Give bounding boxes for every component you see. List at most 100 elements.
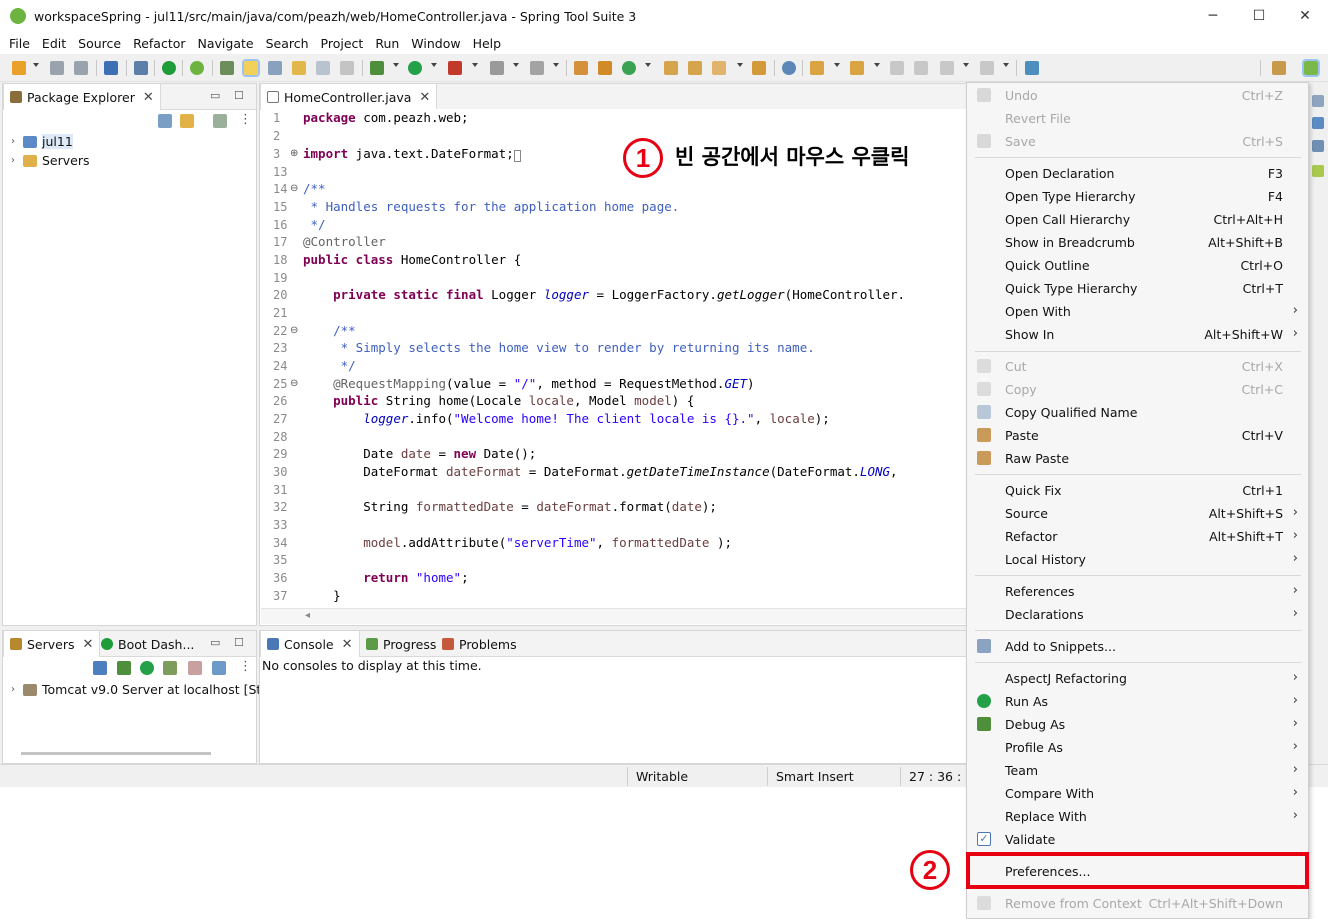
skip-breakpoints-icon[interactable] — [134, 61, 148, 75]
profile-server-icon[interactable] — [163, 661, 177, 675]
menu-file[interactable]: File — [0, 36, 36, 51]
maximize-view-icon[interactable]: ☐ — [234, 89, 244, 102]
menu-item-open-with[interactable]: Open With › — [967, 300, 1308, 322]
code-line[interactable]: public class HomeController { — [303, 252, 521, 267]
menu-item-paste[interactable]: Paste Ctrl+V — [967, 424, 1308, 446]
menu-item-declarations[interactable]: Declarations › — [967, 603, 1308, 625]
menu-item-refactor[interactable]: Refactor Alt+Shift+T › — [967, 525, 1308, 547]
code-line[interactable]: @RequestMapping(value = "/", method = Re… — [303, 376, 754, 391]
close-icon[interactable]: ✕ — [143, 90, 154, 105]
code-line[interactable]: import java.text.DateFormat; — [303, 146, 522, 162]
code-line[interactable]: package com.peazh.web; — [303, 110, 469, 125]
menu-source[interactable]: Source — [72, 36, 127, 51]
open-folder-icon[interactable] — [752, 61, 766, 75]
back-dropdown-icon[interactable] — [963, 63, 969, 67]
open-perspective-icon[interactable] — [1272, 61, 1286, 75]
menu-project[interactable]: Project — [315, 36, 370, 51]
code-line[interactable]: /** — [303, 323, 356, 338]
run-dropdown-icon[interactable] — [431, 63, 437, 67]
next-annotation-icon[interactable] — [810, 61, 824, 75]
menu-item-cut[interactable]: Cut Ctrl+X — [967, 355, 1308, 377]
back-history-icon[interactable] — [914, 61, 928, 75]
menu-item-source[interactable]: Source Alt+Shift+S › — [967, 502, 1308, 524]
chevron-right-icon[interactable]: › — [11, 684, 19, 695]
open-type-folder-icon[interactable] — [664, 61, 678, 75]
stop-dropdown-icon[interactable] — [513, 63, 519, 67]
menu-item-raw-paste[interactable]: Raw Paste — [967, 447, 1308, 469]
focus-task-icon[interactable] — [213, 114, 227, 128]
code-line[interactable]: */ — [303, 358, 356, 373]
code-editor[interactable]: 1 package com.peazh.web; 2 3 ⊕ import ja… — [261, 109, 966, 608]
save-all-icon[interactable] — [74, 61, 88, 75]
menu-item-team[interactable]: Team › — [967, 759, 1308, 781]
code-line[interactable]: Date date = new Date(); — [303, 446, 536, 461]
disconnect-icon[interactable] — [530, 61, 544, 75]
scroll-left-icon[interactable]: ◂ — [305, 610, 310, 621]
tab-problems[interactable]: Problems — [436, 631, 523, 657]
menu-item-replace-with[interactable]: Replace With › — [967, 805, 1308, 827]
server-row-tomcat[interactable]: › Tomcat v9.0 Server at localhost [Stop — [11, 682, 277, 697]
menu-item-undo[interactable]: Undo Ctrl+Z — [967, 84, 1308, 106]
menu-item-compare-with[interactable]: Compare With › — [967, 782, 1308, 804]
new-java-project-icon[interactable] — [574, 61, 588, 75]
search-toolbar-icon[interactable] — [712, 61, 726, 75]
menu-help[interactable]: Help — [467, 36, 508, 51]
minimize-view-icon[interactable]: ▭ — [210, 89, 220, 102]
fold-collapse-icon[interactable]: ⊖ — [290, 325, 298, 336]
code-line[interactable]: logger.info("Welcome home! The client lo… — [303, 411, 830, 426]
tree-item-jul11[interactable]: › jul11 — [11, 134, 73, 149]
pin-editor-icon[interactable] — [1025, 61, 1039, 75]
debug-toolbar-icon[interactable] — [370, 61, 384, 75]
toggle-ant-icon[interactable] — [268, 61, 282, 75]
menu-item-debug-as[interactable]: Debug As › — [967, 713, 1308, 735]
start-server-icon[interactable] — [140, 661, 154, 675]
menu-item-validate[interactable]: ✓ Validate — [967, 828, 1308, 850]
task-icon[interactable] — [292, 61, 306, 75]
menu-navigate[interactable]: Navigate — [192, 36, 260, 51]
run-toolbar-icon[interactable] — [408, 61, 422, 75]
fold-collapse-icon[interactable]: ⊖ — [290, 183, 298, 194]
debug-server-icon[interactable] — [117, 661, 131, 675]
tab-servers[interactable]: Servers ✕ — [3, 631, 101, 657]
spring-explorer-icon[interactable] — [1312, 140, 1324, 152]
code-line[interactable]: */ — [303, 217, 326, 232]
tab-progress[interactable]: Progress — [360, 631, 442, 657]
tab-package-explorer[interactable]: Package Explorer ✕ — [3, 84, 161, 110]
external-tools-dropdown-icon[interactable] — [472, 63, 478, 67]
close-window-button[interactable]: ✕ — [1282, 0, 1328, 32]
last-edit-icon[interactable] — [890, 61, 904, 75]
disconnect-dropdown-icon[interactable] — [553, 63, 559, 67]
print-icon[interactable] — [104, 61, 118, 75]
menu-window[interactable]: Window — [405, 36, 466, 51]
spring-icon[interactable] — [190, 61, 204, 75]
collapse-all-icon[interactable] — [158, 114, 172, 128]
new-dropdown-icon[interactable] — [33, 63, 39, 67]
code-line[interactable]: /** — [303, 181, 326, 196]
show-whitespace-icon[interactable] — [316, 61, 330, 75]
menu-item-open-declaration[interactable]: Open Declaration F3 — [967, 162, 1308, 184]
globe-icon[interactable] — [782, 61, 796, 75]
horizontal-scrollbar-thumb[interactable] — [21, 752, 211, 755]
collapse-icon[interactable] — [93, 661, 107, 675]
close-icon[interactable]: ✕ — [342, 637, 353, 652]
menu-item-save[interactable]: Save Ctrl+S — [967, 130, 1308, 152]
save-toolbar-icon[interactable] — [50, 61, 64, 75]
minimize-button[interactable]: ─ — [1190, 0, 1236, 32]
menu-item-references[interactable]: References › — [967, 580, 1308, 602]
code-line[interactable]: public String home(Locale locale, Model … — [303, 393, 694, 408]
external-tools-icon[interactable] — [448, 61, 462, 75]
mark-occurrences-icon[interactable] — [242, 59, 260, 77]
boot-dashboard-icon[interactable] — [162, 61, 176, 75]
menu-item-aspectj-refactoring[interactable]: AspectJ Refactoring › — [967, 667, 1308, 689]
fold-collapse-icon[interactable]: ⊖ — [290, 378, 298, 389]
forward-icon[interactable] — [980, 61, 994, 75]
close-icon[interactable]: ✕ — [83, 637, 94, 652]
menu-item-remove-from-context[interactable]: Remove from Context Ctrl+Alt+Shift+Down — [967, 892, 1308, 914]
spring-perspective-icon[interactable] — [1302, 59, 1320, 77]
minimize-view-icon[interactable]: ▭ — [210, 636, 220, 649]
task-list-icon[interactable] — [1312, 117, 1324, 129]
stop-server-icon[interactable] — [188, 661, 202, 675]
menu-item-run-as[interactable]: Run As › — [967, 690, 1308, 712]
menu-item-quick-fix[interactable]: Quick Fix Ctrl+1 — [967, 479, 1308, 501]
open-type-icon[interactable] — [220, 61, 234, 75]
